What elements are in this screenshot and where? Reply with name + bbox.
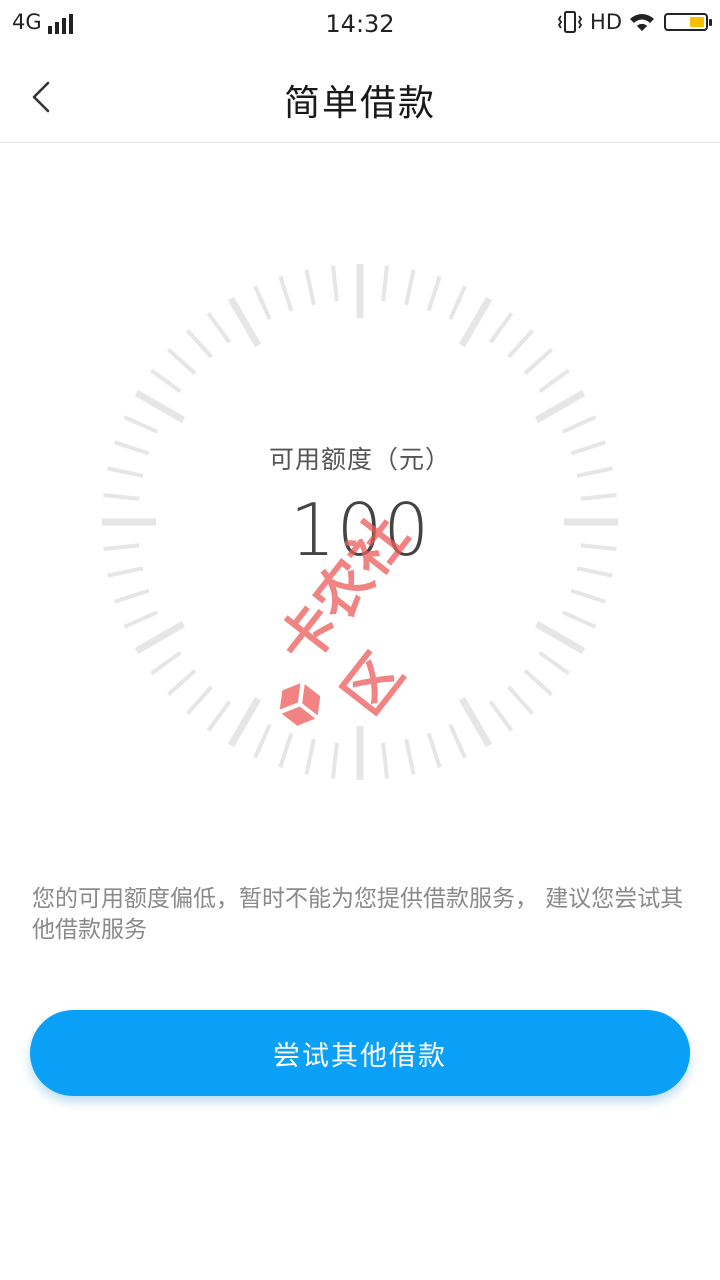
gauge-minor-tick	[507, 328, 535, 359]
hd-indicator: HD	[590, 10, 622, 34]
gauge-major-tick	[534, 389, 586, 424]
gauge-minor-tick	[488, 312, 514, 344]
gauge-minor-tick	[448, 285, 467, 321]
gauge-minor-tick	[123, 415, 159, 434]
gauge-minor-tick	[150, 650, 182, 676]
gauge-minor-tick	[404, 269, 416, 306]
gauge-minor-tick	[523, 347, 554, 375]
gauge-minor-tick	[488, 700, 514, 732]
gauge-minor-tick	[166, 347, 197, 375]
gauge-major-tick	[227, 696, 262, 748]
gauge-minor-tick	[185, 685, 213, 716]
gauge-minor-tick	[253, 723, 272, 759]
gauge-minor-tick	[570, 588, 606, 604]
gauge-minor-tick	[538, 368, 570, 394]
gauge-minor-tick	[253, 285, 272, 321]
gauge-minor-tick	[561, 610, 597, 629]
gauge-minor-tick	[166, 669, 197, 697]
gauge-major-tick	[227, 296, 262, 348]
battery-icon	[664, 13, 712, 31]
gauge-major-tick	[534, 620, 586, 655]
gauge-minor-tick	[114, 588, 150, 604]
gauge-major-tick	[134, 389, 186, 424]
gauge-minor-tick	[523, 669, 554, 697]
status-bar: 4G 14:32 HD	[0, 0, 720, 52]
vibrate-icon	[557, 11, 583, 33]
gauge-minor-tick	[561, 415, 597, 434]
try-other-loans-button[interactable]: 尝试其他借款	[30, 1010, 690, 1096]
gauge-minor-tick	[304, 269, 316, 306]
gauge-minor-tick	[185, 328, 213, 359]
gauge-minor-tick	[426, 276, 442, 312]
page-title: 简单借款	[283, 83, 436, 124]
gauge-minor-tick	[206, 700, 232, 732]
available-credit-label: 可用额度（元）	[268, 445, 451, 474]
gauge-minor-tick	[206, 312, 232, 344]
gauge-minor-tick	[426, 732, 442, 768]
gauge-major-tick	[458, 296, 493, 348]
gauge-minor-tick	[381, 265, 389, 302]
gauge-minor-tick	[331, 265, 339, 302]
available-credit-value: 100	[289, 488, 431, 572]
gauge-minor-tick	[538, 650, 570, 676]
gauge-minor-tick	[278, 732, 294, 768]
gauge-minor-tick	[304, 738, 316, 775]
system-indicators: HD	[556, 9, 712, 35]
gauge-minor-tick	[507, 685, 535, 716]
gauge-minor-tick	[123, 610, 159, 629]
gauge-major-tick	[458, 696, 493, 748]
low-credit-message: 您的可用额度偏低，暂时不能为您提供借款服务， 建议您尝试其他借款服务	[32, 886, 684, 943]
gauge-minor-tick	[150, 368, 182, 394]
gauge-minor-tick	[448, 723, 467, 759]
wifi-icon	[630, 14, 654, 31]
gauge-minor-tick	[404, 738, 416, 775]
gauge-minor-tick	[331, 742, 339, 779]
gauge-minor-tick	[278, 276, 294, 312]
gauge-major-tick	[134, 620, 186, 655]
gauge-minor-tick	[381, 742, 389, 779]
nav-bar: 简单借款	[0, 52, 720, 143]
